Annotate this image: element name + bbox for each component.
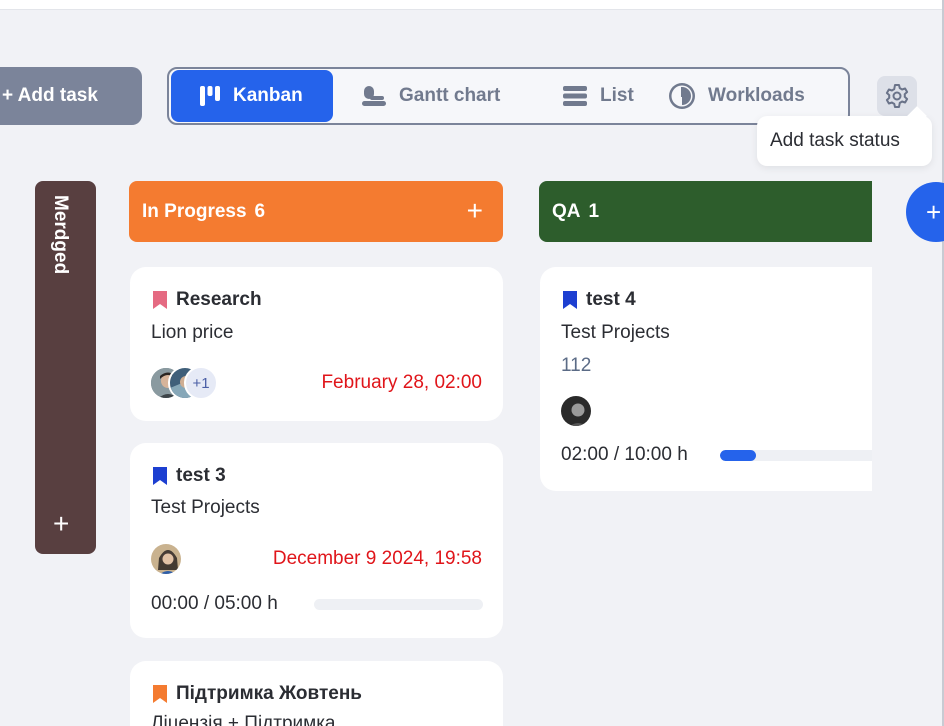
qa-column-body: test 4 Test Projects 112 02:00 / 10:00 h xyxy=(539,266,872,496)
card-project: Test Projects xyxy=(151,497,260,518)
add-card-button[interactable]: + xyxy=(53,510,69,538)
avatar[interactable] xyxy=(559,394,593,428)
kanban-icon xyxy=(200,86,220,106)
tab-list[interactable]: List xyxy=(533,70,653,122)
card-title: test 3 xyxy=(152,465,226,487)
column-count: 1 xyxy=(588,200,600,222)
bookmark-icon xyxy=(563,291,577,309)
task-card-test-3[interactable]: test 3 Test Projects December 9 2024, 19… xyxy=(130,443,503,638)
card-title: Research xyxy=(152,289,262,311)
task-card-test-4[interactable]: test 4 Test Projects 112 02:00 / 10:00 h xyxy=(540,267,872,491)
column-title: QA xyxy=(552,200,581,222)
card-title-text: Підтримка Жовтень xyxy=(176,683,362,704)
add-status-button[interactable]: + xyxy=(906,182,944,242)
time-progress-fill xyxy=(720,450,756,461)
tooltip-text: Add task status xyxy=(770,130,900,151)
list-icon xyxy=(563,86,587,106)
add-status-label: + xyxy=(926,196,942,227)
tab-workloads-label: Workloads xyxy=(708,85,805,106)
card-time-tracked: 00:00 / 05:00 h xyxy=(151,593,278,614)
card-project: Lion price xyxy=(151,322,234,343)
tab-gantt-label: Gantt chart xyxy=(399,85,501,106)
card-title-text: Research xyxy=(176,289,262,310)
column-header-in-progress: In Progress 6 + xyxy=(129,181,503,242)
card-time-tracked: 02:00 / 10:00 h xyxy=(561,444,688,465)
card-due-date: February 28, 02:00 xyxy=(321,372,482,393)
bookmark-icon xyxy=(153,685,167,703)
add-task-button[interactable]: + Add task xyxy=(0,67,142,125)
clock-icon xyxy=(669,83,695,109)
column-title: Merdged xyxy=(50,195,71,275)
card-title-text: test 3 xyxy=(176,465,226,486)
tab-gantt-chart[interactable]: Gantt chart xyxy=(333,70,533,122)
gear-icon xyxy=(885,84,909,108)
gantt-icon xyxy=(362,86,386,106)
top-header-strip xyxy=(0,0,944,10)
tab-kanban-label: Kanban xyxy=(233,85,303,106)
view-switcher: Kanban Gantt chart List Workloads xyxy=(167,67,850,125)
add-card-button[interactable]: + xyxy=(467,197,483,225)
card-title: test 4 xyxy=(562,289,636,311)
tab-kanban[interactable]: Kanban xyxy=(171,70,333,122)
column-header-qa: QA 1 xyxy=(539,181,872,242)
time-progress-bar xyxy=(314,599,483,610)
add-task-status-tooltip: Add task status xyxy=(757,116,932,166)
settings-button[interactable] xyxy=(877,76,917,116)
column-title: In Progress xyxy=(142,200,247,222)
card-due-date: December 9 2024, 19:58 xyxy=(272,548,482,569)
bookmark-icon xyxy=(153,467,167,485)
collapsed-column-merged[interactable]: Merdged + xyxy=(35,181,96,554)
extra-assignees-badge[interactable]: +1 xyxy=(184,366,218,400)
card-title: Підтримка Жовтень xyxy=(152,683,362,705)
avatar[interactable] xyxy=(149,542,183,576)
card-title-text: test 4 xyxy=(586,289,636,310)
bookmark-icon xyxy=(153,291,167,309)
tab-workloads[interactable]: Workloads xyxy=(653,70,843,122)
tab-list-label: List xyxy=(600,85,634,106)
time-progress-bar xyxy=(720,450,872,461)
add-task-label: + Add task xyxy=(2,85,98,106)
card-project: Ліцензія + Підтримка xyxy=(151,713,336,726)
card-project: Test Projects xyxy=(561,322,670,343)
card-number: 112 xyxy=(561,355,592,376)
task-card-research[interactable]: Research Lion price +1 February 28, 02:0… xyxy=(130,267,503,421)
column-count: 6 xyxy=(254,200,266,222)
task-card-support[interactable]: Підтримка Жовтень Ліцензія + Підтримка xyxy=(130,661,503,726)
